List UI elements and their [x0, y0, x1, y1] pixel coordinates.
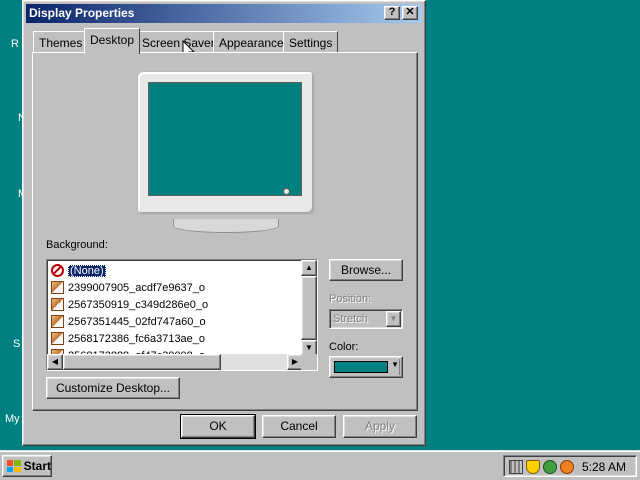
- list-item[interactable]: (None): [51, 262, 106, 279]
- scroll-up-icon[interactable]: ▲: [301, 260, 317, 276]
- color-divider: [399, 359, 400, 375]
- title-bar[interactable]: Display Properties ? ✕: [26, 4, 422, 23]
- desktop-icon-label[interactable]: R: [11, 38, 19, 50]
- start-label: Start: [23, 459, 51, 473]
- position-dropdown[interactable]: Stretch ▼: [329, 309, 403, 329]
- display-properties-dialog: Display Properties ? ✕ Themes Desktop Sc…: [22, 0, 426, 446]
- scrollbar-corner: [301, 354, 317, 370]
- taskbar: Start 5:28 AM: [0, 450, 640, 480]
- position-value: Stretch: [333, 313, 368, 325]
- list-item-label: 2399007905_acdf7e9637_o: [68, 281, 206, 294]
- close-button[interactable]: ✕: [402, 6, 418, 20]
- system-tray: 5:28 AM: [503, 455, 637, 477]
- background-list[interactable]: (None) 2399007905_acdf7e9637_o 256735091…: [46, 259, 318, 371]
- help-button[interactable]: ?: [384, 6, 400, 20]
- tab-desktop[interactable]: Desktop: [84, 28, 141, 54]
- customize-desktop-button[interactable]: Customize Desktop...: [46, 377, 180, 399]
- monitor-screen-preview: [148, 82, 302, 196]
- color-swatch: [334, 361, 388, 373]
- start-button[interactable]: Start: [2, 455, 52, 477]
- network-icon[interactable]: [543, 460, 557, 474]
- list-item[interactable]: 2568172386_fc6a3713ae_o: [51, 330, 205, 347]
- tab-screen-saver[interactable]: Screen Saver: [136, 31, 221, 53]
- monitor-stand: [173, 219, 279, 233]
- position-label: Position:: [329, 293, 372, 305]
- monitor-bezel: [137, 71, 315, 215]
- list-item-label: 2568172386_fc6a3713ae_o: [68, 332, 206, 345]
- color-label: Color:: [329, 341, 359, 353]
- list-item[interactable]: 2567351445_02fd747a60_o: [51, 313, 206, 330]
- browse-button[interactable]: Browse...: [329, 259, 403, 281]
- color-picker-button[interactable]: ▼: [329, 356, 403, 378]
- no-image-icon: [51, 264, 64, 277]
- chevron-down-icon[interactable]: ▼: [386, 311, 401, 327]
- scroll-left-icon[interactable]: ◀: [47, 354, 63, 370]
- search-icon[interactable]: [560, 460, 574, 474]
- tab-appearance[interactable]: Appearance: [213, 31, 290, 53]
- monitor-preview: [137, 71, 315, 233]
- scroll-thumb[interactable]: [63, 354, 221, 370]
- image-file-icon: [51, 315, 64, 328]
- image-file-icon: [51, 281, 64, 294]
- list-item-label: 2567351445_02fd747a60_o: [68, 315, 206, 328]
- tab-themes[interactable]: Themes: [33, 31, 89, 53]
- monitor-power-led: [283, 188, 290, 195]
- vertical-scrollbar[interactable]: ▲ ▼: [301, 260, 317, 356]
- apply-button[interactable]: Apply: [343, 415, 417, 438]
- clock[interactable]: 5:28 AM: [582, 460, 626, 474]
- list-item-label: 2567350919_c349d286e0_o: [68, 298, 209, 311]
- list-item[interactable]: 2567350919_c349d286e0_o: [51, 296, 208, 313]
- chevron-down-icon: ▼: [391, 360, 399, 369]
- image-file-icon: [51, 332, 64, 345]
- desktop-tab-panel: Background: (None) 2399007905_acdf7e9637…: [32, 52, 418, 411]
- window-title: Display Properties: [29, 6, 135, 20]
- tab-settings[interactable]: Settings: [283, 31, 339, 53]
- horizontal-scrollbar[interactable]: ◀ ▶: [47, 354, 303, 370]
- windows-logo-icon: [7, 460, 21, 472]
- ok-button[interactable]: OK: [180, 414, 256, 439]
- keyboard-icon[interactable]: [509, 460, 523, 474]
- list-item-label: (None): [68, 264, 106, 277]
- background-label: Background:: [46, 239, 108, 251]
- image-file-icon: [51, 298, 64, 311]
- cancel-button[interactable]: Cancel: [262, 415, 336, 438]
- list-item[interactable]: 2399007905_acdf7e9637_o: [51, 279, 205, 296]
- desktop-icon-label[interactable]: S: [13, 338, 20, 350]
- security-shield-icon[interactable]: [526, 460, 540, 474]
- scroll-thumb[interactable]: [301, 276, 317, 340]
- desktop-icon-label[interactable]: My: [5, 413, 20, 425]
